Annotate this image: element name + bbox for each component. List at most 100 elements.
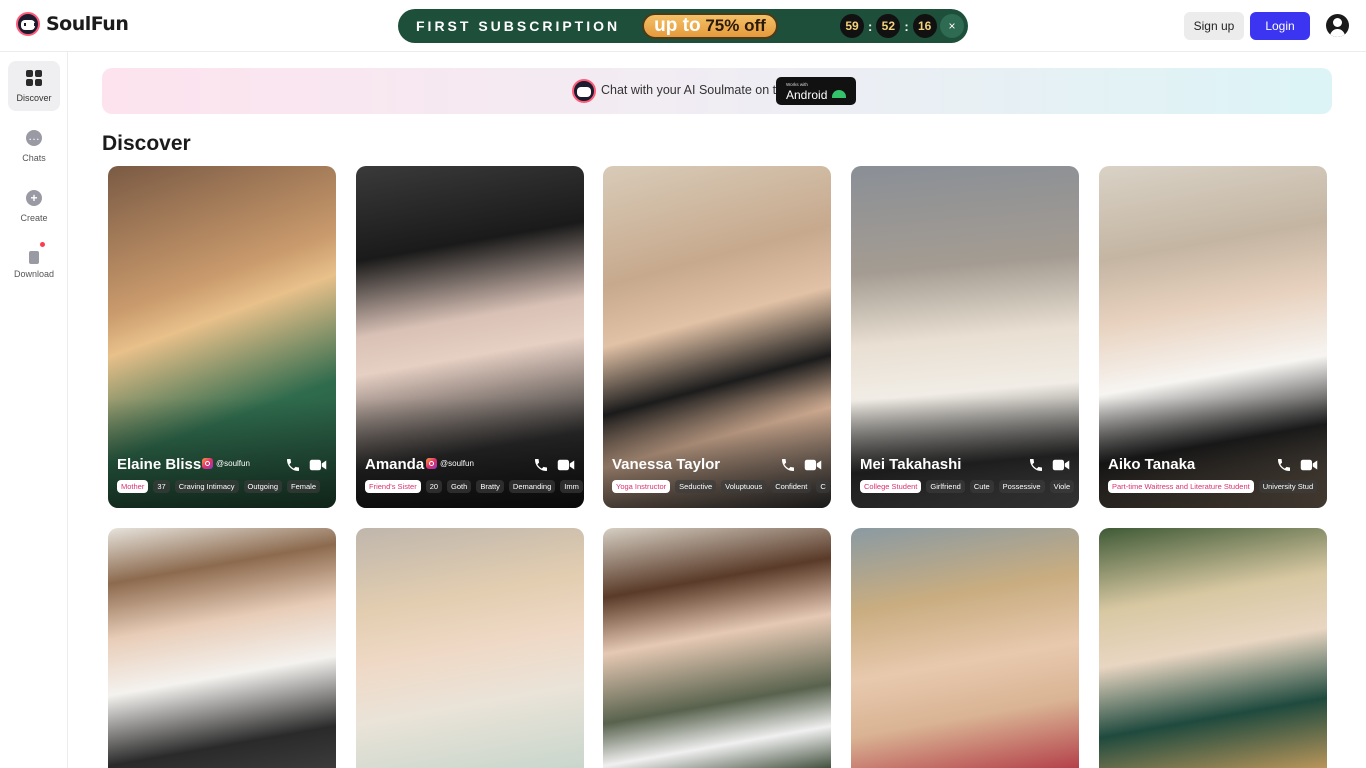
- character-card[interactable]: Vanessa Taylor Yoga Instructor Seductive…: [603, 166, 831, 508]
- character-photo: [108, 528, 336, 768]
- handle-text: @soulfun: [440, 459, 474, 468]
- character-name: Vanessa Taylor: [612, 456, 721, 473]
- video-call-icon[interactable]: [309, 458, 327, 472]
- sidebar-item-label: Download: [13, 269, 55, 279]
- video-call-icon[interactable]: [1300, 458, 1318, 472]
- instagram-handle[interactable]: @soulfun: [202, 458, 250, 469]
- instagram-icon: [426, 458, 437, 469]
- character-name: Aiko Tanaka: [1108, 456, 1196, 473]
- notification-dot: [40, 242, 45, 247]
- tag: College Student: [860, 480, 922, 493]
- tag: Bratty: [476, 480, 504, 493]
- video-call-icon[interactable]: [1052, 458, 1070, 472]
- phone-call-icon[interactable]: [285, 457, 301, 473]
- sidebar-item-discover[interactable]: Discover: [8, 61, 60, 111]
- tag: Goth: [447, 480, 472, 493]
- timer-centis: 16: [912, 14, 937, 38]
- tag-list: Friend's Sister 20 Goth Bratty Demanding…: [365, 480, 584, 494]
- tag: Demanding: [508, 480, 556, 493]
- tag: Mother: [117, 480, 149, 493]
- tag-list: Yoga Instructor Seductive Voluptuous Con…: [612, 480, 831, 494]
- tag: Yoga Instructor: [612, 480, 671, 493]
- instagram-icon: [202, 458, 213, 469]
- tag: Outgoing: [243, 480, 282, 493]
- phone-call-icon[interactable]: [780, 457, 796, 473]
- character-card[interactable]: Aiko Tanaka Part-time Waitress and Liter…: [1099, 166, 1327, 508]
- phone-call-icon[interactable]: [1028, 457, 1044, 473]
- tag: Cute: [969, 480, 994, 493]
- logo-icon: [16, 12, 40, 36]
- tag: Possessive: [998, 480, 1045, 493]
- tag: University Stud: [1258, 480, 1318, 493]
- character-card[interactable]: [108, 528, 336, 768]
- tag: 37: [153, 480, 170, 493]
- phone-call-icon[interactable]: [533, 457, 549, 473]
- character-photo: [603, 528, 831, 768]
- character-name: Mei Takahashi: [860, 456, 962, 473]
- sidebar: Discover Chats Create Download: [0, 52, 68, 768]
- promo-offer-badge: up to 75% off: [642, 13, 778, 39]
- tag: Friend's Sister: [365, 480, 421, 493]
- promo-title: FIRST SUBSCRIPTION: [416, 18, 621, 34]
- plus-circle-icon: [26, 190, 42, 206]
- promo-banner[interactable]: FIRST SUBSCRIPTION up to 75% off 59 : 52…: [398, 9, 968, 43]
- timer-seconds: 52: [876, 14, 901, 38]
- page-title: Discover: [102, 132, 191, 155]
- phone-download-icon: [29, 251, 39, 264]
- phone-call-icon[interactable]: [1276, 457, 1292, 473]
- tag: C: [816, 480, 830, 493]
- tag: Craving Intimacy: [174, 480, 239, 493]
- tag: Imm: [560, 480, 583, 493]
- brand-logo[interactable]: SoulFun: [16, 12, 129, 36]
- close-icon[interactable]: ×: [940, 14, 964, 38]
- login-button[interactable]: Login: [1250, 12, 1310, 40]
- character-card[interactable]: Elaine Bliss @soulfun Mother 37 Craving …: [108, 166, 336, 508]
- character-photo: [356, 528, 584, 768]
- timer-separator: :: [868, 18, 873, 34]
- timer-separator: :: [904, 18, 909, 34]
- badge-big-text: Android: [786, 88, 828, 102]
- banner-text: Chat with your AI Soulmate on the: [601, 83, 790, 97]
- character-card[interactable]: [851, 528, 1079, 768]
- chat-icon: [26, 130, 42, 146]
- tag: 20: [425, 480, 443, 493]
- sidebar-item-label: Create: [20, 213, 48, 223]
- countdown-timer: 59 : 52 : 16: [840, 14, 937, 38]
- instagram-handle[interactable]: @soulfun: [426, 458, 474, 469]
- video-call-icon[interactable]: [804, 458, 822, 472]
- tag: Female: [287, 480, 321, 493]
- character-card[interactable]: Amanda @soulfun Friend's Sister 20 Goth …: [356, 166, 584, 508]
- video-call-icon[interactable]: [557, 458, 575, 472]
- character-name: Elaine Bliss: [117, 456, 202, 473]
- character-card[interactable]: [356, 528, 584, 768]
- sidebar-item-label: Chats: [22, 153, 46, 163]
- tag-list: Part-time Waitress and Literature Studen…: [1108, 480, 1327, 494]
- character-card[interactable]: Mei Takahashi College Student Girlfriend…: [851, 166, 1079, 508]
- tag-list: College Student Girlfriend Cute Possessi…: [860, 480, 1079, 494]
- user-avatar-icon[interactable]: [1326, 14, 1349, 37]
- tag: Seductive: [675, 480, 717, 493]
- tag: Girlfriend: [926, 480, 965, 493]
- signup-button[interactable]: Sign up: [1184, 12, 1244, 40]
- android-app-banner[interactable]: Chat with your AI Soulmate on the Works …: [102, 68, 1332, 114]
- promo-offer-value: 75% off: [705, 16, 766, 35]
- sidebar-item-chats[interactable]: Chats: [8, 121, 60, 171]
- brand-name: SoulFun: [46, 13, 129, 35]
- sidebar-item-create[interactable]: Create: [8, 181, 60, 231]
- android-badge-button[interactable]: Works with Android: [776, 77, 856, 105]
- tag: Part-time Waitress and Literature Studen…: [1108, 480, 1254, 493]
- tag: Viole: [1049, 480, 1075, 493]
- grid-icon: [26, 70, 42, 86]
- timer-minutes: 59: [840, 14, 864, 38]
- sidebar-item-label: Discover: [16, 93, 52, 103]
- sidebar-item-download[interactable]: Download: [8, 238, 60, 288]
- top-header: SoulFun FIRST SUBSCRIPTION up to 75% off…: [0, 0, 1366, 52]
- tag: Confident: [771, 480, 812, 493]
- badge-small-text: Works with: [786, 82, 808, 87]
- android-icon: [832, 90, 846, 98]
- tag-list: Mother 37 Craving Intimacy Outgoing Fema…: [117, 480, 336, 494]
- logo-icon: [572, 79, 596, 103]
- character-card[interactable]: [603, 528, 831, 768]
- character-card[interactable]: [1099, 528, 1327, 768]
- promo-offer-prefix: up to: [654, 15, 701, 36]
